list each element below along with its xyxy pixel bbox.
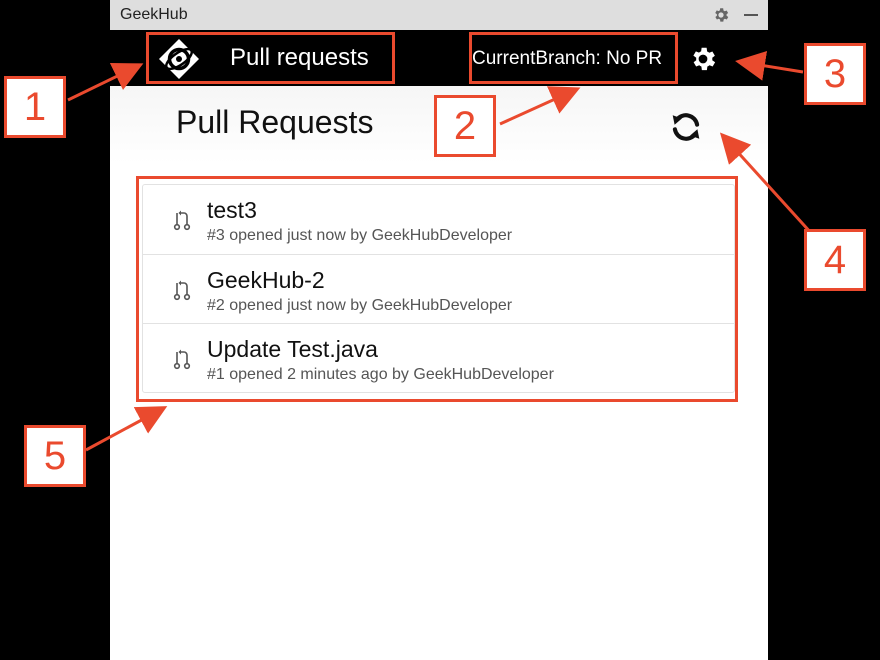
pull-request-title[interactable]: GeekHub-2 — [207, 267, 325, 294]
app-header: Pull requests CurrentBranch: No PR — [110, 30, 768, 86]
refresh-icon[interactable] — [667, 108, 705, 146]
pull-request-icon — [173, 280, 191, 301]
pull-request-meta: #2 opened just now by GeekHubDeveloper — [207, 297, 513, 314]
pull-request-item[interactable]: Update Test.java #1 opened 2 minutes ago… — [143, 323, 734, 392]
app-title[interactable]: Pull requests — [230, 44, 369, 72]
page-title: Pull Requests — [176, 104, 374, 140]
pull-request-item[interactable]: test3 #3 opened just now by GeekHubDevel… — [143, 185, 734, 254]
pull-request-icon — [173, 349, 191, 370]
callout-3: 3 — [804, 43, 866, 105]
geekhub-logo — [159, 39, 199, 79]
callout-4: 4 — [804, 229, 866, 291]
pull-request-icon — [173, 210, 191, 231]
gear-icon[interactable] — [712, 6, 730, 24]
main-content: Pull Requests test3 #3 opened just now b… — [110, 86, 768, 660]
callout-2: 2 — [434, 95, 496, 157]
current-branch-label: CurrentBranch: No PR — [472, 48, 663, 69]
screenshot-stage: GeekHub Pull requests CurrentBranch: No … — [0, 0, 880, 660]
callout-1: 1 — [4, 76, 66, 138]
window-titlebar: GeekHub — [110, 0, 768, 30]
pull-request-meta: #3 opened just now by GeekHubDeveloper — [207, 227, 513, 244]
pull-request-item[interactable]: GeekHub-2 #2 opened just now by GeekHubD… — [143, 254, 734, 323]
pull-request-title[interactable]: test3 — [207, 197, 257, 224]
callout-5: 5 — [24, 425, 86, 487]
settings-gear-icon[interactable] — [688, 44, 718, 74]
pull-request-meta: #1 opened 2 minutes ago by GeekHubDevelo… — [207, 366, 554, 383]
minimize-icon[interactable] — [744, 14, 758, 16]
pull-request-list: test3 #3 opened just now by GeekHubDevel… — [142, 184, 735, 393]
window-controls — [712, 6, 758, 24]
window-title: GeekHub — [120, 6, 188, 23]
pull-request-title[interactable]: Update Test.java — [207, 336, 378, 363]
